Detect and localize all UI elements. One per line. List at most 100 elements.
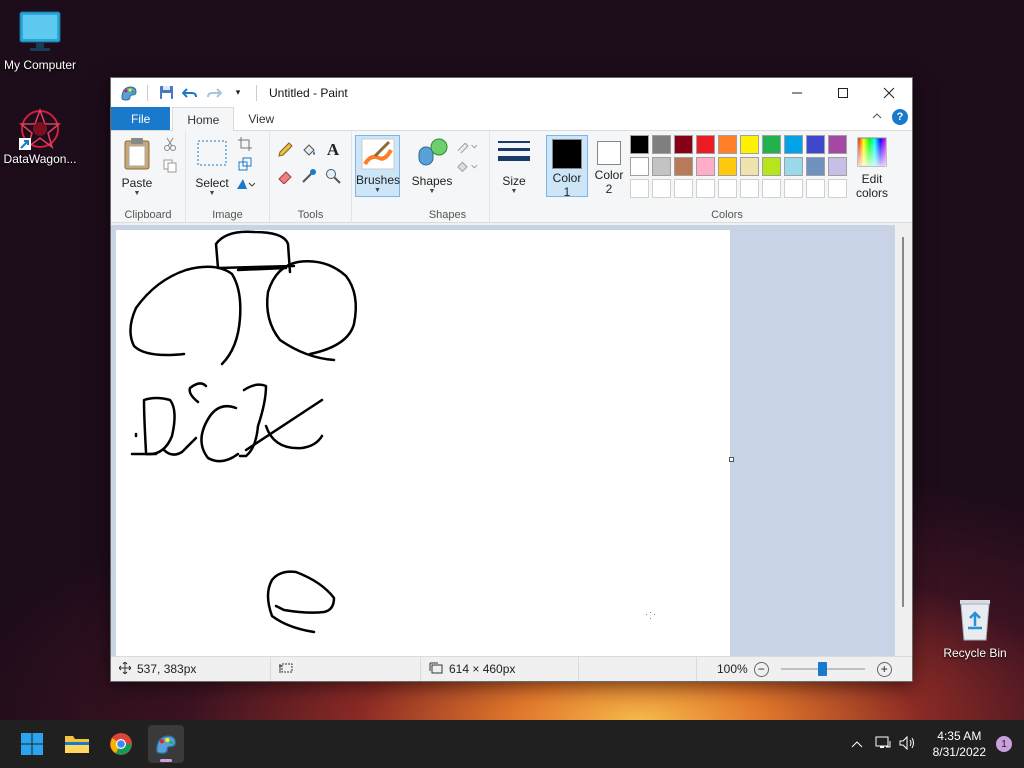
brushes-button[interactable]: Brushes ▼ <box>355 135 400 197</box>
cut-icon[interactable] <box>159 133 181 155</box>
save-icon[interactable] <box>156 83 176 103</box>
network-icon[interactable] <box>875 736 891 753</box>
copy-icon[interactable] <box>159 155 181 177</box>
clock-time: 4:35 AM <box>937 729 982 743</box>
zoom-out-button[interactable]: − <box>753 661 769 677</box>
chrome-icon[interactable] <box>105 728 137 760</box>
custom-color-slot[interactable] <box>762 179 781 198</box>
outline-icon[interactable] <box>456 135 478 157</box>
size-button[interactable]: Size ▼ <box>496 139 532 195</box>
zoom-slider[interactable] <box>780 662 865 676</box>
custom-color-slot[interactable] <box>718 179 737 198</box>
color-swatch[interactable] <box>696 157 715 176</box>
desktop-icon-label: Recycle Bin <box>943 646 1007 660</box>
brush-icon <box>356 138 399 173</box>
volume-icon[interactable] <box>899 735 917 753</box>
paint-app-icon[interactable] <box>119 83 139 103</box>
paint-window: ▾ Untitled - Paint File Home View ? Past… <box>110 77 913 682</box>
fill-icon[interactable] <box>456 155 478 177</box>
color-swatch[interactable] <box>652 157 671 176</box>
custom-color-slot[interactable] <box>784 179 803 198</box>
windows-logo-icon <box>21 733 43 755</box>
color-swatch[interactable] <box>762 157 781 176</box>
edit-colors-button[interactable]: Edit colors <box>850 137 894 200</box>
title-bar[interactable]: ▾ Untitled - Paint <box>111 78 912 107</box>
select-button[interactable]: Select ▼ <box>194 137 230 197</box>
text-icon[interactable]: A <box>322 139 344 161</box>
desktop-icon-recycle-bin[interactable]: Recycle Bin <box>935 596 1015 660</box>
color-swatch[interactable] <box>674 157 693 176</box>
custom-color-slot[interactable] <box>652 179 671 198</box>
chevron-down-icon: ▼ <box>374 187 381 194</box>
help-icon[interactable]: ? <box>892 109 908 125</box>
maximize-button[interactable] <box>820 78 866 107</box>
rotate-icon[interactable] <box>234 173 256 195</box>
custom-color-slot[interactable] <box>674 179 693 198</box>
color-swatch[interactable] <box>784 157 803 176</box>
color-swatch[interactable] <box>718 135 737 154</box>
crop-icon[interactable] <box>234 133 256 155</box>
undo-icon[interactable] <box>180 83 200 103</box>
color2-label-line1: Color <box>594 168 624 182</box>
zoom-in-button[interactable]: + <box>876 661 892 677</box>
scrollbar-thumb[interactable] <box>902 237 904 607</box>
custom-color-slot[interactable] <box>696 179 715 198</box>
fill-bucket-icon[interactable] <box>298 139 320 161</box>
color-swatch[interactable] <box>784 135 803 154</box>
tab-home[interactable]: Home <box>172 107 235 131</box>
color2-button[interactable]: Color 2 <box>591 135 627 197</box>
color-swatch[interactable] <box>674 135 693 154</box>
magnifier-icon[interactable] <box>322 165 344 187</box>
drawing-canvas[interactable] <box>116 230 730 656</box>
canvas-area[interactable] <box>111 225 912 656</box>
eraser-icon[interactable] <box>274 165 296 187</box>
paint-taskbar-icon[interactable] <box>148 725 184 763</box>
vertical-scrollbar[interactable] <box>895 225 912 656</box>
custom-color-slot[interactable] <box>806 179 825 198</box>
paste-label: Paste <box>121 176 153 190</box>
notification-badge[interactable]: 1 <box>996 736 1012 752</box>
color-swatch[interactable] <box>740 135 759 154</box>
collapse-ribbon-icon[interactable] <box>872 112 882 123</box>
color-swatch[interactable] <box>630 157 649 176</box>
resize-icon[interactable] <box>234 153 256 175</box>
shapes-button[interactable]: Shapes ▼ <box>410 137 454 195</box>
canvas-resize-handle[interactable] <box>729 457 734 462</box>
color-swatch[interactable] <box>828 157 847 176</box>
redo-icon[interactable] <box>204 83 224 103</box>
custom-color-slot[interactable] <box>740 179 759 198</box>
file-explorer-icon[interactable] <box>61 728 93 760</box>
clock[interactable]: 4:35 AM 8/31/2022 <box>933 728 986 760</box>
tab-view[interactable]: View <box>234 107 288 130</box>
drawing-strokes <box>129 230 655 634</box>
clipboard-group-label: Clipboard <box>124 209 172 221</box>
color-swatch[interactable] <box>806 157 825 176</box>
color-swatch[interactable] <box>718 157 737 176</box>
close-button[interactable] <box>866 78 912 107</box>
color1-button[interactable]: Color 1 <box>546 135 588 199</box>
custom-color-slot[interactable] <box>828 179 847 198</box>
desktop-icon-datawagon[interactable]: DataWagon... <box>0 106 80 166</box>
color-picker-icon[interactable] <box>298 165 320 187</box>
color-swatch[interactable] <box>806 135 825 154</box>
color-swatch[interactable] <box>630 135 649 154</box>
desktop-icon-label: My Computer <box>3 58 77 72</box>
taskbar: 4:35 AM 8/31/2022 1 <box>0 720 1024 768</box>
start-button[interactable] <box>16 728 48 760</box>
color-swatch[interactable] <box>696 135 715 154</box>
paste-button[interactable]: Paste ▼ <box>119 137 155 197</box>
custom-color-slot[interactable] <box>630 179 649 198</box>
zoom-slider-thumb[interactable] <box>818 662 828 676</box>
color-swatch[interactable] <box>740 157 759 176</box>
color-swatch[interactable] <box>762 135 781 154</box>
chevron-down-icon: ▼ <box>510 188 518 195</box>
color-swatch[interactable] <box>828 135 847 154</box>
chevron-up-icon[interactable] <box>851 737 863 751</box>
color-swatch[interactable] <box>652 135 671 154</box>
desktop-icon-my-computer[interactable]: My Computer <box>0 10 80 72</box>
tab-file[interactable]: File <box>111 107 171 130</box>
customize-quick-access-icon[interactable]: ▾ <box>228 83 248 103</box>
colors-group-label: Colors <box>711 209 743 221</box>
minimize-button[interactable] <box>774 78 820 107</box>
pencil-icon[interactable] <box>274 139 296 161</box>
